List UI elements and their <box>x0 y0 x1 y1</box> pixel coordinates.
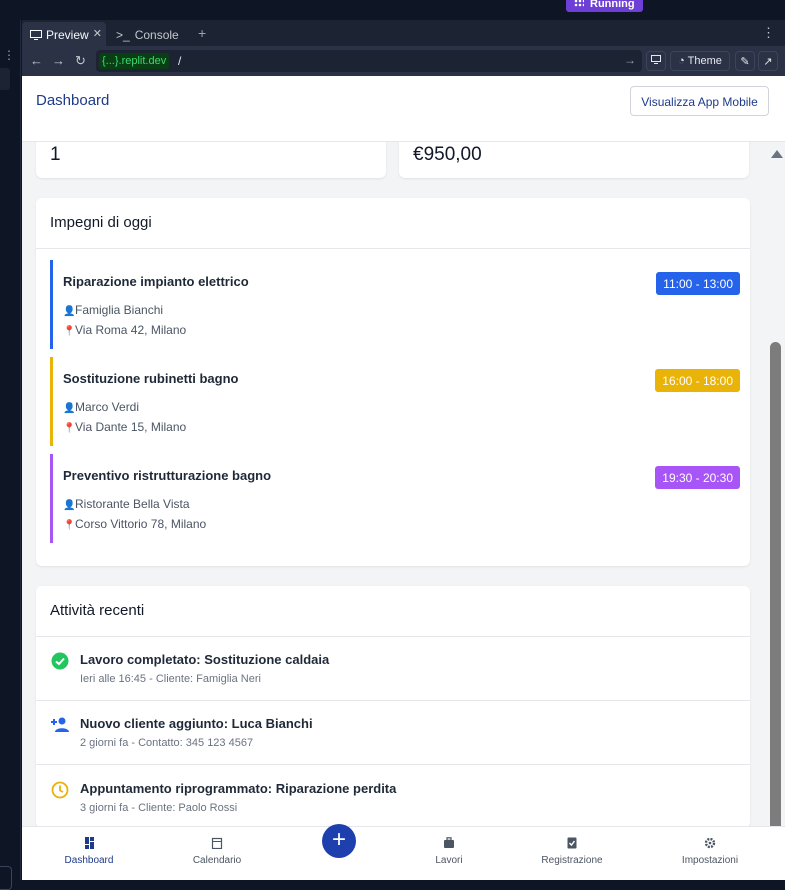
appointment-color-bar <box>50 357 53 446</box>
appointment-client: 👤Famiglia Bianchi <box>63 303 164 317</box>
scroll-up-arrow-icon[interactable] <box>771 150 783 158</box>
calendar-icon <box>211 837 223 849</box>
dashboard-content[interactable]: 1 €950,00 Impegni di oggi Riparazione im… <box>22 142 767 826</box>
clipboard-check-icon <box>567 837 577 849</box>
panel-handle-bottom[interactable] <box>0 866 12 890</box>
activity-title: Nuovo cliente aggiunto: Luca Bianchi <box>80 716 313 731</box>
tab-bar: Preview ✕ >_ Console + ⋮ <box>22 20 785 46</box>
stat-card: 1 <box>36 142 386 178</box>
nav-item-lavori[interactable]: Lavori <box>399 827 499 880</box>
activity-subtitle: Ieri alle 16:45 - Cliente: Famiglia Neri <box>80 673 261 685</box>
appointment-client: 👤Ristorante Bella Vista <box>63 497 190 511</box>
new-tab-button[interactable]: + <box>198 25 206 41</box>
more-options-icon[interactable]: ⋮ <box>762 25 775 41</box>
appointment-time-badge: 11:00 - 13:00 <box>656 272 740 295</box>
gear-icon <box>704 837 716 849</box>
dashboard-icon <box>85 837 94 849</box>
stat-value: 1 <box>50 144 61 165</box>
appointment-title: Sostituzione rubinetti bagno <box>63 371 239 386</box>
divider <box>36 248 750 249</box>
nav-item-calendario[interactable]: Calendario <box>167 827 267 880</box>
check-circle-icon <box>51 652 69 670</box>
nav-item-registrazione[interactable]: Registrazione <box>522 827 622 880</box>
url-domain: {...}.replit.dev <box>99 53 170 69</box>
theme-button[interactable]: ◔ Theme <box>670 51 730 71</box>
appointment-item[interactable]: Preventivo ristrutturazione bagno 👤Risto… <box>50 454 740 543</box>
terminal-icon: >_ <box>116 28 130 42</box>
appointment-client: 👤Marco Verdi <box>63 400 140 414</box>
reload-icon[interactable]: ↻ <box>75 53 86 69</box>
palette-icon: ◔ <box>678 55 685 67</box>
section-title: Attività recenti <box>50 602 145 619</box>
activity-title: Appuntamento riprogrammato: Riparazione … <box>80 781 397 796</box>
person-add-icon <box>51 717 69 732</box>
screen-icon <box>651 55 661 64</box>
activity-subtitle: 2 giorni fa - Contatto: 345 123 4567 <box>80 737 254 749</box>
ide-top-bar: Running <box>0 0 785 20</box>
appointment-address: 📍Via Roma 42, Milano <box>63 323 187 337</box>
preview-pane: Preview ✕ >_ Console + ⋮ ← → ↻ {...}.repl… <box>22 20 785 880</box>
clock-icon <box>51 781 69 799</box>
today-card: Impegni di oggi Riparazione impianto ele… <box>36 198 750 566</box>
nav-item-dashboard[interactable]: Dashboard <box>39 827 139 880</box>
briefcase-icon <box>444 837 454 848</box>
url-input[interactable]: {...}.replit.dev / → <box>96 50 642 72</box>
url-path: / <box>178 54 182 68</box>
running-badge[interactable]: Running <box>566 0 643 12</box>
activity-item[interactable]: Appuntamento riprogrammato: Riparazione … <box>36 766 750 826</box>
appointment-time-badge: 16:00 - 18:00 <box>655 369 740 392</box>
close-tab-icon[interactable]: ✕ <box>93 27 102 40</box>
appointment-title: Preventivo ristrutturazione bagno <box>63 468 272 483</box>
app-header: Dashboard Visualizza App Mobile <box>22 76 785 142</box>
appointment-color-bar <box>50 260 53 349</box>
run-icon <box>574 0 584 7</box>
appointment-address: 📍Via Dante 15, Milano <box>63 420 187 434</box>
section-title: Impegni di oggi <box>50 214 152 231</box>
tab-console[interactable]: >_ Console <box>108 22 184 46</box>
appointment-item[interactable]: Riparazione impianto elettrico 👤Famiglia… <box>50 260 740 349</box>
appointment-address: 📍Corso Vittorio 78, Milano <box>63 517 207 531</box>
appointment-title: Riparazione impianto elettrico <box>63 274 249 289</box>
left-panel-edge: ⋮ <box>0 20 21 890</box>
wrench-icon: ✎ <box>740 56 750 68</box>
app-viewport: Dashboard Visualizza App Mobile 1 €950,0… <box>22 76 785 880</box>
mobile-app-button[interactable]: Visualizza App Mobile <box>630 86 769 116</box>
appointment-item[interactable]: Sostituzione rubinetti bagno 👤Marco Verd… <box>50 357 740 446</box>
tab-preview[interactable]: Preview ✕ <box>22 22 106 46</box>
activity-subtitle: 3 giorni fa - Cliente: Paolo Rossi <box>80 802 238 814</box>
recent-activity-card: Attività recenti Lavoro completato: Sost… <box>36 586 750 826</box>
kebab-icon[interactable]: ⋮ <box>3 48 15 62</box>
person-icon: 👤 <box>63 500 76 511</box>
forward-arrow-icon[interactable]: → <box>52 53 65 68</box>
location-pin-icon: 📍 <box>63 520 76 531</box>
panel-handle[interactable] <box>0 68 10 90</box>
devtools-button[interactable] <box>646 51 666 71</box>
location-pin-icon: 📍 <box>63 326 76 337</box>
page-title: Dashboard <box>36 92 110 109</box>
person-icon: 👤 <box>63 306 76 317</box>
stat-card: €950,00 <box>399 142 749 178</box>
activity-item[interactable]: Lavoro completato: Sostituzione caldaia … <box>36 637 750 701</box>
activity-title: Lavoro completato: Sostituzione caldaia <box>80 652 330 667</box>
bottom-nav: Dashboard Calendario + Lavori Registrazi… <box>22 824 785 880</box>
add-button[interactable]: + <box>322 824 356 858</box>
external-link-icon: ↗ <box>763 56 773 68</box>
location-pin-icon: 📍 <box>63 423 76 434</box>
person-icon: 👤 <box>63 403 76 414</box>
monitor-icon <box>30 30 42 40</box>
divider <box>36 764 750 765</box>
appointment-color-bar <box>50 454 53 543</box>
wrench-button[interactable]: ✎ <box>735 51 755 71</box>
url-bar: ← → ↻ {...}.replit.dev / → ◔ Theme ✎ ↗ <box>22 46 785 76</box>
nav-item-impostazioni[interactable]: Impostazioni <box>660 827 760 880</box>
appointment-time-badge: 19:30 - 20:30 <box>655 466 740 489</box>
open-external-button[interactable]: ↗ <box>758 51 778 71</box>
scrollbar[interactable] <box>767 142 785 880</box>
scroll-thumb[interactable] <box>770 342 781 880</box>
back-arrow-icon[interactable]: ← <box>30 53 43 68</box>
stat-value: €950,00 <box>413 144 482 165</box>
activity-item[interactable]: Nuovo cliente aggiunto: Luca Bianchi 2 g… <box>36 701 750 765</box>
go-arrow-icon[interactable]: → <box>624 53 636 67</box>
